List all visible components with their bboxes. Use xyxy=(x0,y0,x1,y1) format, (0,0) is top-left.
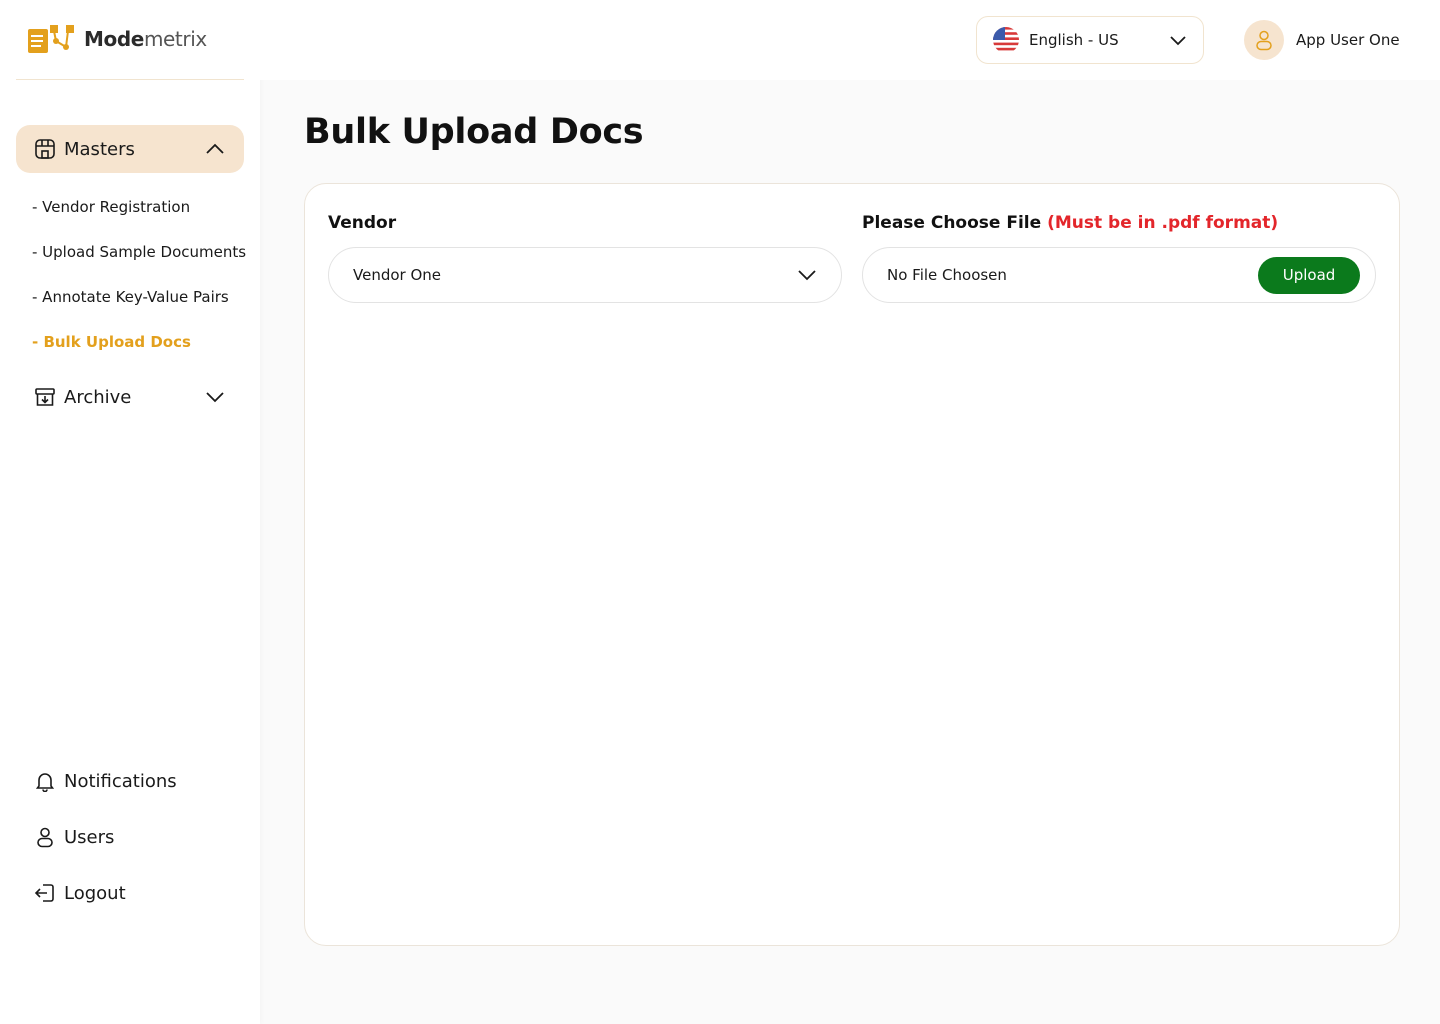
user-icon xyxy=(1256,30,1272,51)
sidebar-item-label: Archive xyxy=(64,386,132,408)
language-label: English - US xyxy=(1029,31,1119,49)
sidebar-item-label: Users xyxy=(64,826,115,848)
sidebar-item-label: Notifications xyxy=(64,770,177,792)
logo-icon xyxy=(28,25,74,53)
sidebar-item-logout[interactable]: Logout xyxy=(16,871,244,915)
upload-button[interactable]: Upload xyxy=(1258,256,1360,294)
logout-icon xyxy=(34,882,56,904)
avatar xyxy=(1244,20,1284,60)
brand-name: Modemetrix xyxy=(84,27,207,51)
sidebar-subitem-upload-sample-documents[interactable]: - Upload Sample Documents xyxy=(32,243,246,261)
chevron-up-icon[interactable] xyxy=(204,138,226,160)
sidebar-item-archive[interactable]: Archive xyxy=(16,375,244,419)
file-input[interactable]: No File Choosen Upload xyxy=(862,247,1376,303)
user-name: App User One xyxy=(1296,31,1400,49)
sidebar: Modemetrix Masters - Vendor Registration… xyxy=(0,0,260,1024)
storefront-icon xyxy=(34,138,56,160)
pdf-format-warning: (Must be in .pdf format) xyxy=(1047,213,1279,233)
us-flag-icon xyxy=(993,27,1019,53)
page-title: Bulk Upload Docs xyxy=(304,112,644,152)
file-label: Please Choose File (Must be in .pdf form… xyxy=(862,213,1278,233)
user-menu[interactable]: App User One xyxy=(1244,20,1400,60)
sidebar-item-label: Masters xyxy=(64,138,135,160)
brand-name-part1: Mode xyxy=(84,27,144,51)
sidebar-subitem-bulk-upload-docs[interactable]: - Bulk Upload Docs xyxy=(32,333,191,351)
sidebar-subitem-annotate-key-value-pairs[interactable]: - Annotate Key-Value Pairs xyxy=(32,288,229,306)
brand-name-part2: metrix xyxy=(143,27,207,51)
file-status: No File Choosen xyxy=(887,266,1007,284)
chevron-down-icon[interactable] xyxy=(204,386,226,408)
logo-divider xyxy=(16,79,244,80)
language-select[interactable]: English - US xyxy=(976,16,1204,64)
vendor-label: Vendor xyxy=(328,213,397,233)
vendor-select[interactable]: Vendor One xyxy=(328,247,842,303)
file-label-text: Please Choose File xyxy=(862,213,1042,233)
chevron-down-icon xyxy=(1169,31,1187,50)
bell-icon xyxy=(34,770,56,792)
upload-card: Vendor Please Choose File (Must be in .p… xyxy=(304,183,1400,946)
brand-logo[interactable]: Modemetrix xyxy=(26,22,207,56)
sidebar-item-notifications[interactable]: Notifications xyxy=(16,759,244,803)
sidebar-item-masters[interactable]: Masters xyxy=(16,125,244,173)
sidebar-item-label: Logout xyxy=(64,882,126,904)
archive-icon xyxy=(34,386,56,408)
chevron-down-icon xyxy=(797,266,817,285)
sidebar-item-users[interactable]: Users xyxy=(16,815,244,859)
vendor-selected-value: Vendor One xyxy=(353,266,442,284)
user-icon xyxy=(34,826,56,848)
sidebar-subitem-vendor-registration[interactable]: - Vendor Registration xyxy=(32,198,190,216)
